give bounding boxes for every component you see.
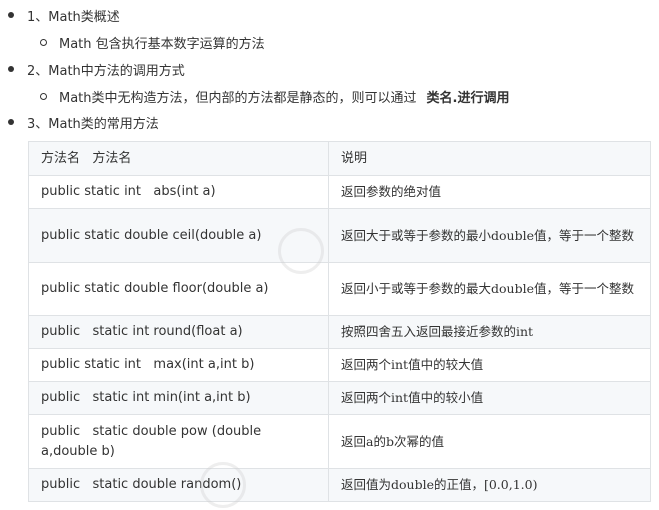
table-header-row: 方法名 方法名 说明 — [28, 141, 651, 176]
bullet-dot-icon — [8, 66, 14, 72]
math-methods-table: 方法名 方法名 说明 public static int abs(int a) … — [28, 141, 651, 502]
desc-cell: 返回两个int值中的较大值 — [328, 348, 651, 382]
desc-cell: 按照四舍五入返回最接近参数的int — [328, 315, 651, 349]
desc-cell: 返回两个int值中的较小值 — [328, 381, 651, 415]
method-cell: public static double ceil(double a) — [28, 208, 329, 263]
method-cell: public static int abs(int a) — [28, 175, 329, 209]
desc-cell: 返回值为double的正值，[0.0,1.0) — [328, 468, 651, 502]
section-2-sub-strong: 类名.进行调用 — [426, 90, 510, 106]
section-2-label: 2、Math中方法的调用方式 — [27, 63, 185, 79]
method-cell: public static int min(int a,int b) — [28, 381, 329, 415]
section-1-label: 1、Math类概述 — [27, 9, 120, 25]
table-row: public static double pow (double a,doubl… — [28, 414, 651, 469]
desc-cell: 返回大于或等于参数的最小double值，等于一个整数 — [328, 208, 651, 263]
desc-cell: 返回参数的绝对值 — [328, 175, 651, 209]
table-row: public static int round(float a) 按照四舍五入返… — [28, 315, 651, 349]
desc-cell: 返回a的b次幂的值 — [328, 414, 651, 469]
section-2-sub-text: Math类中无构造方法，但内部的方法都是静态的，则可以通过 — [59, 90, 417, 106]
method-cell: public static double floor(double a) — [28, 262, 329, 316]
bullet-dot-icon — [8, 119, 14, 125]
header-desc: 说明 — [328, 141, 651, 176]
bullet-dot-icon — [8, 12, 14, 18]
bullet-ring-icon — [40, 38, 47, 46]
table-row: public static double random() 返回值为double… — [28, 468, 651, 502]
section-3-item: 3、Math类的常用方法 — [8, 112, 159, 132]
method-cell: public static int round(float a) — [28, 315, 329, 349]
method-cell: public static double random() — [28, 468, 329, 502]
table-row: public static int min(int a,int b) 返回两个i… — [28, 381, 651, 415]
section-1-item: 1、Math类概述 — [8, 5, 120, 25]
method-cell: public static double pow (double a,doubl… — [28, 414, 329, 469]
header-method: 方法名 方法名 — [28, 141, 329, 176]
section-1-subitem: Math 包含执行基本数字运算的方法 — [40, 32, 265, 52]
section-2-subitem: Math类中无构造方法，但内部的方法都是静态的，则可以通过 类名.进行调用 — [40, 86, 509, 106]
section-1-sub-text: Math 包含执行基本数字运算的方法 — [59, 36, 265, 52]
section-2-item: 2、Math中方法的调用方式 — [8, 59, 185, 79]
table-row: public static int max(int a,int b) 返回两个i… — [28, 348, 651, 382]
table-row: public static int abs(int a) 返回参数的绝对值 — [28, 175, 651, 209]
section-3-label: 3、Math类的常用方法 — [27, 116, 159, 132]
bullet-ring-icon — [40, 92, 47, 100]
table-row: public static double ceil(double a) 返回大于… — [28, 208, 651, 263]
desc-cell: 返回小于或等于参数的最大double值，等于一个整数 — [328, 262, 651, 316]
table-row: public static double floor(double a) 返回小… — [28, 262, 651, 316]
method-cell: public static int max(int a,int b) — [28, 348, 329, 382]
